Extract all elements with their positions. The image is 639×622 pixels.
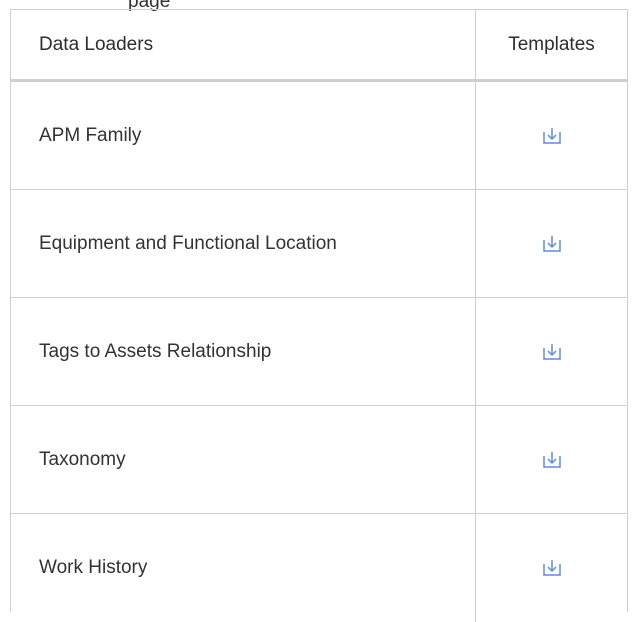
- table-row: Equipment and Functional Location: [11, 190, 627, 298]
- download-icon[interactable]: [542, 450, 562, 470]
- table-row: APM Family: [11, 82, 627, 190]
- column-header-data-loaders: Data Loaders: [11, 10, 476, 79]
- template-cell: [476, 406, 627, 513]
- download-icon[interactable]: [542, 234, 562, 254]
- download-icon[interactable]: [542, 342, 562, 362]
- template-cell: [476, 298, 627, 405]
- data-loader-name: Work History: [11, 514, 476, 622]
- download-icon[interactable]: [542, 126, 562, 146]
- data-loaders-table: Data Loaders Templates APM Family Equipm…: [10, 9, 628, 622]
- template-cell: [476, 190, 627, 297]
- data-loader-name: Equipment and Functional Location: [11, 190, 476, 297]
- template-cell: [476, 514, 627, 622]
- table-row: Work History: [11, 514, 627, 622]
- data-loader-name: APM Family: [11, 82, 476, 189]
- data-loader-name: Tags to Assets Relationship: [11, 298, 476, 405]
- data-loader-name: Taxonomy: [11, 406, 476, 513]
- download-icon[interactable]: [542, 558, 562, 578]
- column-header-templates: Templates: [508, 33, 595, 55]
- table-row: Tags to Assets Relationship: [11, 298, 627, 406]
- template-cell: [476, 82, 627, 189]
- table-row: Taxonomy: [11, 406, 627, 514]
- table-header-row: Data Loaders Templates: [11, 9, 627, 82]
